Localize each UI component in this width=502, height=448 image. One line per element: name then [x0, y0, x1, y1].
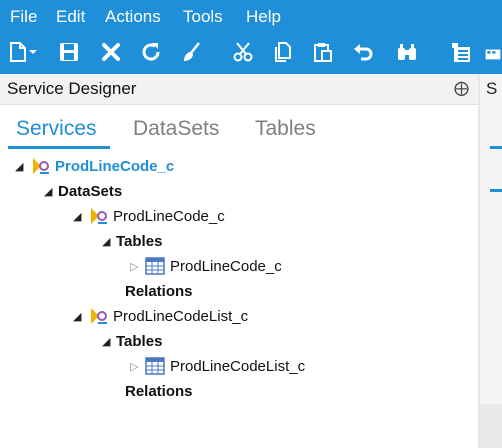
- new-dropdown-icon[interactable]: [26, 38, 40, 66]
- tab-tables[interactable]: Tables: [255, 117, 316, 141]
- tree-node-ds1-table[interactable]: ▷ ProdLineCode_c: [130, 255, 282, 277]
- right-panel-accent-line: [490, 189, 502, 192]
- tree-label-ds1-tables: Tables: [116, 232, 163, 250]
- properties-icon[interactable]: [447, 38, 475, 66]
- tree-node-dataset-1[interactable]: ◢ ProdLineCode_c: [73, 205, 225, 227]
- tree-label-dataset-2: ProdLineCodeList_c: [113, 307, 249, 325]
- clear-icon[interactable]: [177, 38, 205, 66]
- cut-icon[interactable]: [229, 38, 257, 66]
- menu-tools[interactable]: Tools: [183, 7, 223, 27]
- collapsed-arrow-icon[interactable]: ▷: [130, 260, 144, 273]
- tab-datasets[interactable]: DataSets: [133, 117, 219, 141]
- delete-icon[interactable]: [97, 38, 125, 66]
- tree-node-ds1-tables[interactable]: ◢ Tables: [102, 230, 162, 252]
- expanded-arrow-icon[interactable]: ◢: [102, 235, 116, 248]
- tree-label-ds2-table: ProdLineCodeList_c: [170, 357, 306, 375]
- panel-header: Service Designer ⨁: [0, 74, 478, 105]
- paste-icon[interactable]: [309, 38, 337, 66]
- business-object-icon: [33, 158, 49, 174]
- tree-node-service[interactable]: ◢ ProdLineCode_c: [15, 155, 174, 177]
- refresh-icon[interactable]: [137, 38, 165, 66]
- tree-label-ds2-relations: Relations: [125, 382, 193, 400]
- active-tab-underline: [8, 146, 110, 149]
- expanded-arrow-icon[interactable]: ◢: [73, 310, 87, 323]
- menu-actions[interactable]: Actions: [105, 7, 161, 27]
- tree-node-datasets[interactable]: ◢ DataSets: [44, 180, 122, 202]
- expanded-arrow-icon[interactable]: ◢: [73, 210, 87, 223]
- copy-icon[interactable]: [269, 38, 297, 66]
- tree-node-ds1-relations[interactable]: Relations: [125, 280, 193, 302]
- tree-node-ds2-table[interactable]: ▷ ProdLineCodeList_c: [130, 355, 305, 377]
- expanded-arrow-icon[interactable]: ◢: [102, 335, 116, 348]
- menu-edit[interactable]: Edit: [56, 7, 85, 27]
- right-panel-title: S: [486, 79, 498, 98]
- dataset-icon: [91, 308, 107, 324]
- menu-help[interactable]: Help: [246, 7, 281, 27]
- find-icon[interactable]: [393, 38, 421, 66]
- toolbar: [0, 34, 502, 74]
- tree-label-dataset-1: ProdLineCode_c: [113, 207, 225, 225]
- tree-label-service: ProdLineCode_c: [55, 157, 175, 175]
- tree-label-ds1-table: ProdLineCode_c: [170, 257, 282, 275]
- dataset-icon: [91, 208, 107, 224]
- right-panel-footer: [480, 404, 502, 448]
- tab-services[interactable]: Services: [16, 117, 97, 141]
- overflow-icon[interactable]: [484, 38, 502, 66]
- tree-label-datasets: DataSets: [58, 182, 123, 200]
- expanded-arrow-icon[interactable]: ◢: [15, 160, 29, 173]
- right-panel-tab-underline: [490, 146, 502, 149]
- table-icon: [145, 257, 165, 275]
- undo-icon[interactable]: [349, 38, 377, 66]
- table-icon: [145, 357, 165, 375]
- tree-node-dataset-2[interactable]: ◢ ProdLineCodeList_c: [73, 305, 248, 327]
- pin-icon[interactable]: ⨁: [454, 79, 469, 97]
- expanded-arrow-icon[interactable]: ◢: [44, 185, 58, 198]
- tree-node-ds2-relations[interactable]: Relations: [125, 380, 193, 402]
- panel-title: Service Designer: [7, 79, 137, 98]
- menu-bar: File Edit Actions Tools Help: [0, 0, 502, 34]
- menu-file[interactable]: File: [10, 7, 37, 27]
- save-icon[interactable]: [55, 38, 83, 66]
- right-panel: S: [480, 74, 502, 448]
- tree-label-ds1-relations: Relations: [125, 282, 193, 300]
- collapsed-arrow-icon[interactable]: ▷: [130, 360, 144, 373]
- tree-label-ds2-tables: Tables: [116, 332, 163, 350]
- tree-node-ds2-tables[interactable]: ◢ Tables: [102, 330, 162, 352]
